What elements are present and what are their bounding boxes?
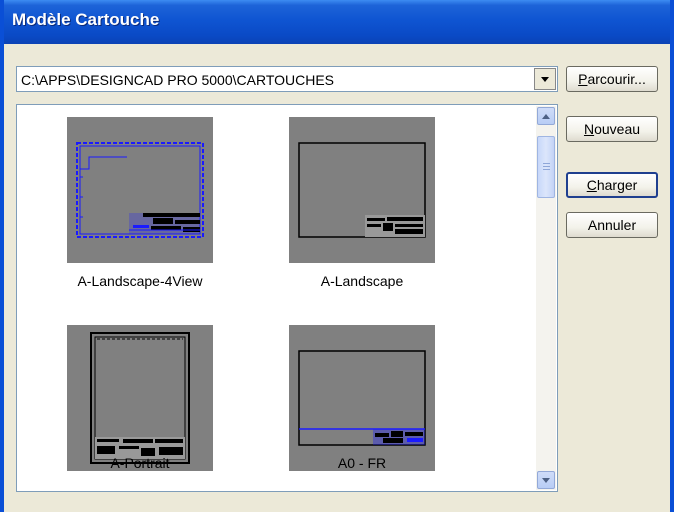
template-name: A-Landscape-4View <box>77 273 203 289</box>
browse-button[interactable]: Parcourir... <box>566 66 658 92</box>
landscape-preview <box>298 142 426 238</box>
window-title: Modèle Cartouche <box>12 10 160 29</box>
path-combobox[interactable]: C:\APPS\DESIGNCAD PRO 5000\CARTOUCHES <box>16 66 558 92</box>
dialog-window: Modèle Cartouche C:\APPS\DESIGNCAD PRO 5… <box>0 0 674 512</box>
title-bar[interactable]: Modèle Cartouche <box>4 0 670 44</box>
cancel-button[interactable]: Annuler <box>566 212 658 238</box>
landscape-4view-preview <box>76 142 204 238</box>
portrait-preview <box>90 332 190 464</box>
scroll-down-icon <box>542 478 550 483</box>
vertical-scrollbar[interactable] <box>536 106 556 490</box>
dropdown-arrow-icon <box>541 77 549 82</box>
grip-line <box>543 163 550 164</box>
load-label: harger <box>596 177 638 193</box>
path-value: C:\APPS\DESIGNCAD PRO 5000\CARTOUCHES <box>21 72 335 88</box>
new-label: ouveau <box>594 121 641 137</box>
template-list[interactable]: A-Landscape-4View A-Landscape A-Portrait… <box>16 104 558 492</box>
grip-line <box>543 169 550 170</box>
scroll-thumb[interactable] <box>537 136 555 198</box>
template-thumbnail[interactable] <box>289 117 435 263</box>
cancel-label: Annuler <box>587 217 637 233</box>
scroll-up-icon <box>542 114 550 119</box>
template-thumbnail[interactable] <box>67 325 213 471</box>
load-mnemonic: C <box>586 177 597 193</box>
template-thumbnail[interactable] <box>67 117 213 263</box>
template-name: A-Landscape <box>320 273 404 289</box>
browse-label: arcourir... <box>587 71 646 87</box>
scroll-up-button[interactable] <box>537 107 555 125</box>
new-mnemonic: N <box>583 121 595 137</box>
a0-fr-preview <box>298 350 426 446</box>
load-button[interactable]: Charger <box>566 172 658 198</box>
scroll-down-button[interactable] <box>537 471 555 489</box>
template-name: A-Portrait <box>110 455 170 471</box>
path-dropdown-button[interactable] <box>534 68 556 90</box>
grip-line <box>543 166 550 167</box>
template-thumbnail[interactable] <box>289 325 435 471</box>
template-name: A0 - FR <box>337 455 387 471</box>
new-button[interactable]: Nouveau <box>566 116 658 142</box>
